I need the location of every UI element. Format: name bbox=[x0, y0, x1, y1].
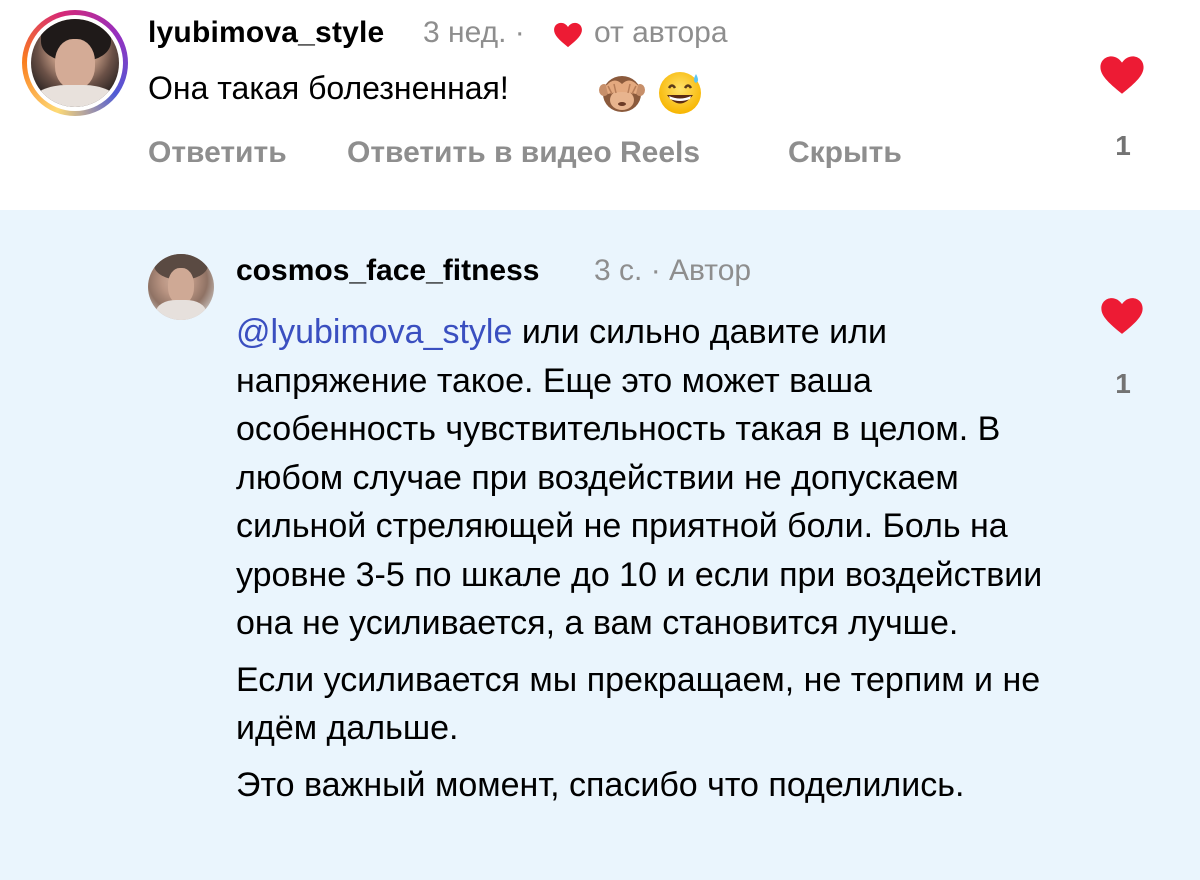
reply-username[interactable]: cosmos_face_fitness bbox=[236, 254, 540, 288]
reply-paragraph-1: @lyubimova_style или сильно давите или н… bbox=[236, 308, 1056, 648]
reply-meta: 3 с. · Автор bbox=[594, 254, 752, 287]
heart-icon bbox=[554, 22, 582, 48]
reply-text: @lyubimova_style или сильно давите или н… bbox=[236, 308, 1056, 809]
like-heart-icon[interactable] bbox=[1100, 296, 1144, 336]
comment-text: Она такая болезненная! bbox=[148, 70, 509, 106]
reply-button[interactable]: Ответить bbox=[148, 136, 287, 170]
reply-paragraph-1-text: или сильно давите или напряжение такое. … bbox=[236, 313, 1043, 642]
grinning-sweat-emoji bbox=[659, 72, 701, 114]
comment-time: 3 нед. · bbox=[423, 16, 525, 49]
avatar bbox=[31, 19, 119, 107]
reply-paragraph-2: Если усиливается мы прекращаем, не терпи… bbox=[236, 660, 1041, 748]
like-count: 1 bbox=[1115, 130, 1131, 161]
reply-reels-button[interactable]: Ответить в видео Reels bbox=[347, 136, 700, 170]
like-count: 1 bbox=[1115, 368, 1131, 399]
reply-paragraph-3: Это важный момент, спасибо что поделилис… bbox=[236, 765, 965, 804]
avatar-shoulders bbox=[33, 85, 117, 107]
reply-avatar[interactable] bbox=[148, 254, 214, 320]
avatar-story-ring[interactable] bbox=[22, 10, 128, 116]
avatar-face bbox=[168, 268, 194, 304]
avatar-shoulders bbox=[156, 300, 206, 320]
comment-username[interactable]: lyubimova_style bbox=[148, 16, 384, 50]
like-heart-icon[interactable] bbox=[1099, 54, 1145, 96]
mention-link[interactable]: @lyubimova_style bbox=[236, 313, 512, 351]
liked-by-author-label: от автора bbox=[594, 16, 728, 49]
comment-lyubimova: lyubimova_style 3 нед. · от автора Она т… bbox=[0, 0, 1200, 210]
comment-reply-cosmos: cosmos_face_fitness 3 с. · Автор @lyubim… bbox=[0, 210, 1200, 880]
hide-button[interactable]: Скрыть bbox=[788, 136, 902, 170]
avatar-face bbox=[55, 39, 95, 89]
comments-view: lyubimova_style 3 нед. · от автора Она т… bbox=[0, 0, 1200, 880]
see-no-evil-monkey-emoji bbox=[599, 76, 645, 112]
